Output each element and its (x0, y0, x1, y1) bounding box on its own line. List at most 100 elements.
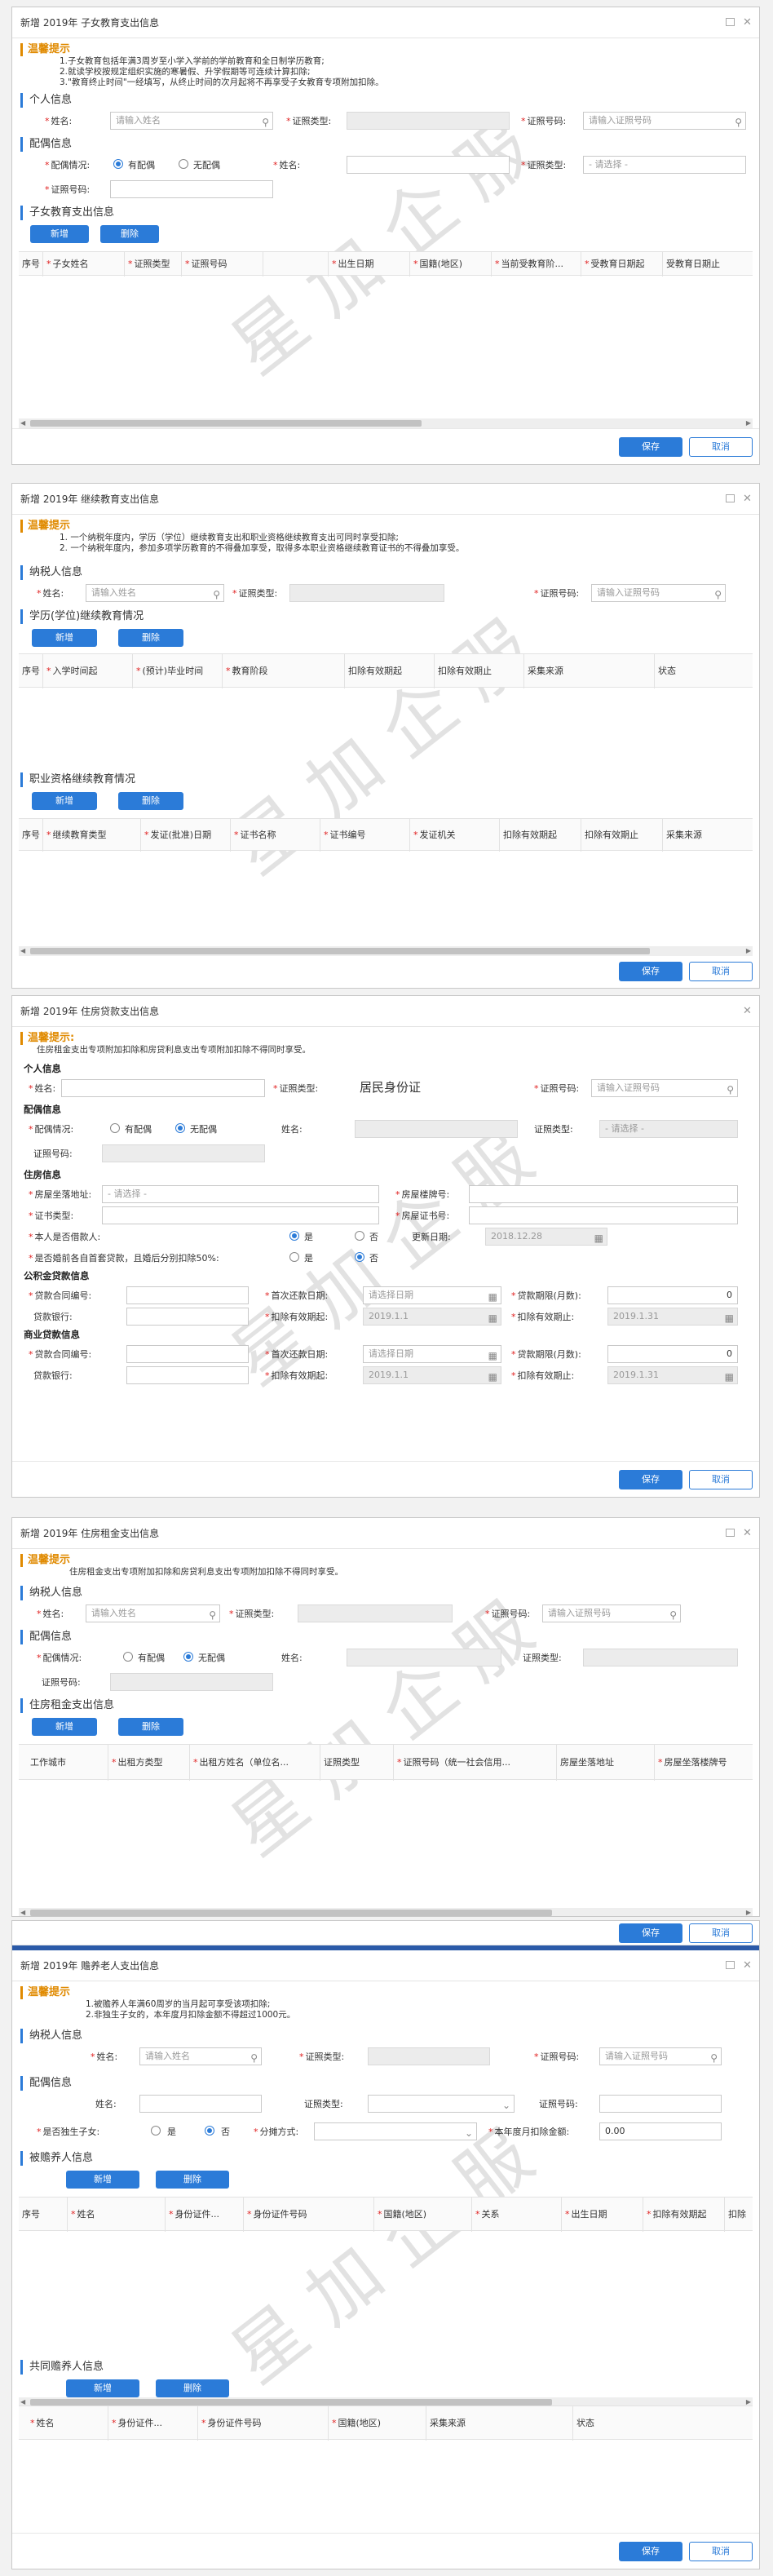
add-button[interactable]: 新增 (32, 629, 97, 647)
borrower-yes-radio[interactable] (289, 1231, 299, 1241)
cancel-button[interactable]: 取消 (689, 962, 753, 981)
spouse-id-number-input[interactable] (110, 1673, 273, 1691)
borrower-no-radio[interactable] (355, 1231, 364, 1241)
dialog-titlebar: 新增 2019年 住房贷款支出信息 ✕ (12, 996, 759, 1027)
save-button[interactable]: 保存 (619, 437, 682, 457)
delete-button[interactable]: 删除 (118, 792, 183, 810)
deduction-end-input[interactable]: 2019.1.31 ▦ (607, 1308, 738, 1326)
loan-bank-input[interactable] (126, 1366, 249, 1384)
marriage-yes-radio[interactable] (289, 1252, 299, 1262)
delete-button[interactable]: 删除 (156, 2379, 229, 2397)
spouse-name-input[interactable] (347, 156, 510, 174)
spouse-id-type-select[interactable]: - 请选择 - (599, 1120, 738, 1138)
id-type-select[interactable] (298, 1604, 453, 1622)
id-number-input[interactable]: 请输入证照号码 ⚲ (591, 584, 726, 602)
horizontal-scrollbar[interactable]: ◀ ▶ (19, 1908, 753, 1916)
spouse-id-number-input[interactable] (102, 1144, 265, 1162)
delete-button[interactable]: 删除 (100, 225, 159, 243)
loan-months-input[interactable]: 0 (607, 1286, 738, 1304)
only-child-no-radio[interactable] (205, 2126, 214, 2136)
marriage-no-radio[interactable] (355, 1252, 364, 1262)
dialog-footer: 保存 取消 (12, 1461, 759, 1497)
loan-bank-input[interactable] (126, 1308, 249, 1326)
close-icon[interactable]: ✕ (742, 17, 753, 28)
horizontal-scrollbar[interactable]: ◀ ▶ (19, 418, 753, 428)
building-number-input[interactable] (469, 1185, 738, 1203)
update-date-input[interactable]: 2018.12.28 ▦ (485, 1228, 607, 1246)
no-spouse-radio[interactable] (179, 159, 188, 169)
delete-button[interactable]: 删除 (118, 629, 183, 647)
cancel-button[interactable]: 取消 (689, 1923, 753, 1943)
horizontal-scrollbar[interactable]: ◀ ▶ (19, 946, 753, 956)
maximize-icon[interactable] (726, 1961, 735, 1969)
add-button[interactable]: 新增 (30, 225, 89, 243)
add-button[interactable]: 新增 (32, 1718, 97, 1736)
id-number-input[interactable]: 请输入证照号码 ⚲ (591, 1079, 738, 1097)
id-type-select[interactable] (347, 112, 510, 130)
deduction-start-input[interactable]: 2019.1.1 ▦ (363, 1308, 501, 1326)
name-input[interactable]: 请输入姓名 ⚲ (139, 2047, 262, 2065)
loan-contract-input[interactable] (126, 1345, 249, 1363)
spouse-id-type-select[interactable] (583, 1649, 738, 1666)
add-button[interactable]: 新增 (32, 792, 97, 810)
deduction-end-input[interactable]: 2019.1.31 ▦ (607, 1366, 738, 1384)
spouse-id-type-select[interactable]: ⌄ (368, 2095, 515, 2113)
borrower-yes-label: 是 (304, 1232, 313, 1242)
certificate-type-select[interactable] (102, 1206, 379, 1224)
loan-months-input[interactable]: 0 (607, 1345, 738, 1363)
id-number-input[interactable]: 请输入证照号码 ⚲ (599, 2047, 722, 2065)
section-personal-info: 个人信息 (24, 1063, 61, 1074)
spouse-name-input[interactable] (139, 2095, 262, 2113)
has-spouse-radio[interactable] (113, 159, 123, 169)
save-button[interactable]: 保存 (619, 1470, 682, 1489)
certificate-number-input[interactable] (469, 1206, 738, 1224)
save-button[interactable]: 保存 (619, 962, 682, 981)
no-spouse-radio[interactable] (175, 1123, 185, 1133)
first-pay-input[interactable]: 请选择日期 ▦ (363, 1286, 501, 1304)
id-type-select[interactable] (289, 584, 444, 602)
maximize-icon[interactable] (726, 18, 735, 26)
fund-row-2: 贷款银行: * 扣除有效期起: 2019.1.1 ▦ * 扣除有效期止: 2019.1… (12, 1303, 759, 1326)
close-icon[interactable]: ✕ (742, 1006, 753, 1016)
maximize-icon[interactable] (726, 1529, 735, 1537)
search-icon: ⚲ (669, 1609, 677, 1621)
spouse-id-number-input[interactable] (599, 2095, 722, 2113)
spouse-id-number-input[interactable] (110, 180, 273, 198)
loan-contract-input[interactable] (126, 1286, 249, 1304)
id-type-select[interactable] (368, 2047, 490, 2065)
save-button[interactable]: 保存 (619, 1923, 682, 1943)
cancel-button[interactable]: 取消 (689, 2542, 753, 2561)
name-input[interactable]: 请输入姓名 ⚲ (86, 584, 224, 602)
split-method-select[interactable]: ⌄ (314, 2122, 477, 2140)
id-number-input[interactable]: 请输入证照号码 ⚲ (542, 1604, 681, 1622)
col-header: * 身份证件号码 (198, 2406, 329, 2441)
delete-button[interactable]: 删除 (156, 2171, 229, 2189)
name-input[interactable]: 请输入姓名 ⚲ (110, 112, 273, 130)
name-input[interactable]: 请输入姓名 ⚲ (86, 1604, 220, 1622)
deduction-start-input[interactable]: 2019.1.1 ▦ (363, 1366, 501, 1384)
close-icon[interactable]: ✕ (742, 1960, 753, 1971)
spouse-name-input[interactable] (347, 1649, 501, 1666)
name-input[interactable] (61, 1079, 265, 1097)
close-icon[interactable]: ✕ (742, 494, 753, 504)
spouse-name-input[interactable] (355, 1120, 518, 1138)
save-button[interactable]: 保存 (619, 2542, 682, 2561)
maximize-icon[interactable] (726, 494, 735, 502)
address-select[interactable]: - 请选择 - (102, 1185, 379, 1203)
id-type-value[interactable]: 居民身份证 (355, 1079, 518, 1097)
no-spouse-radio[interactable] (183, 1652, 193, 1662)
spouse-row: 姓名: 证照类型: ⌄ 证照号码: (12, 2091, 759, 2118)
id-number-input[interactable]: 请输入证照号码 ⚲ (583, 112, 746, 130)
add-button[interactable]: 新增 (66, 2379, 139, 2397)
has-spouse-radio[interactable] (123, 1652, 133, 1662)
cancel-button[interactable]: 取消 (689, 1470, 753, 1489)
first-pay-input[interactable]: 请选择日期 ▦ (363, 1345, 501, 1363)
cancel-button[interactable]: 取消 (689, 437, 753, 457)
add-button[interactable]: 新增 (66, 2171, 139, 2189)
has-spouse-radio[interactable] (110, 1123, 120, 1133)
only-child-yes-radio[interactable] (151, 2126, 161, 2136)
close-icon[interactable]: ✕ (742, 1528, 753, 1538)
spouse-id-type-select[interactable]: - 请选择 - (583, 156, 746, 174)
monthly-amount-input[interactable]: 0.00 (599, 2122, 722, 2140)
delete-button[interactable]: 删除 (118, 1718, 183, 1736)
